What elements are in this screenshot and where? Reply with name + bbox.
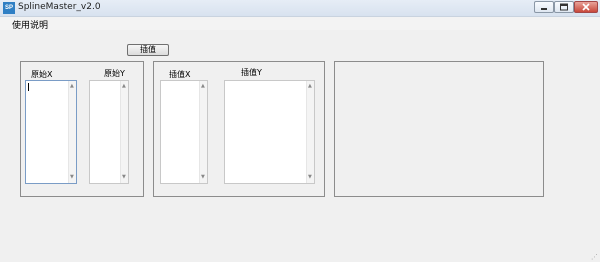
- scroll-up-icon[interactable]: ▲: [308, 84, 312, 89]
- close-button[interactable]: [574, 1, 598, 13]
- window-title: SplineMaster_v2.0: [18, 2, 101, 12]
- scroll-down-icon[interactable]: ▼: [70, 175, 74, 180]
- menu-bar: 使用说明: [0, 17, 600, 31]
- scroll-up-icon[interactable]: ▲: [70, 84, 74, 89]
- title-bar[interactable]: SP SplineMaster_v2.0: [0, 0, 600, 17]
- scroll-down-icon[interactable]: ▼: [308, 175, 312, 180]
- status-bar: ⋰: [0, 250, 600, 262]
- interp-x-scrollbar[interactable]: ▲ ▼: [199, 81, 207, 183]
- minimize-button[interactable]: [534, 1, 554, 13]
- scroll-up-icon[interactable]: ▲: [201, 84, 205, 89]
- original-x-label: 原始X: [31, 70, 53, 79]
- interp-y-label: 插值Y: [241, 68, 262, 77]
- scroll-down-icon[interactable]: ▼: [122, 175, 126, 180]
- resize-grip-icon[interactable]: ⋰: [591, 253, 598, 261]
- menu-item-usage[interactable]: 使用说明: [12, 18, 48, 31]
- original-x-textbox[interactable]: ▲ ▼: [25, 80, 77, 184]
- scroll-down-icon[interactable]: ▼: [201, 175, 205, 180]
- plot-area-panel: [334, 61, 544, 197]
- minimize-icon: [541, 8, 547, 10]
- interp-y-scrollbar[interactable]: ▲ ▼: [306, 81, 314, 183]
- interp-x-textbox[interactable]: ▲ ▼: [160, 80, 208, 184]
- maximize-button[interactable]: [554, 1, 574, 13]
- interp-y-textbox[interactable]: ▲ ▼: [224, 80, 315, 184]
- text-caret: [28, 83, 29, 91]
- original-y-scrollbar[interactable]: ▲ ▼: [120, 81, 128, 183]
- app-icon: SP: [3, 2, 15, 14]
- interpolate-button[interactable]: 插值: [127, 44, 169, 56]
- original-x-scrollbar[interactable]: ▲ ▼: [68, 81, 76, 183]
- original-y-label: 原始Y: [104, 69, 125, 78]
- maximize-icon: [560, 3, 568, 11]
- close-icon: [582, 3, 590, 11]
- original-y-textbox[interactable]: ▲ ▼: [89, 80, 129, 184]
- interp-x-label: 插值X: [169, 70, 191, 79]
- scroll-up-icon[interactable]: ▲: [122, 84, 126, 89]
